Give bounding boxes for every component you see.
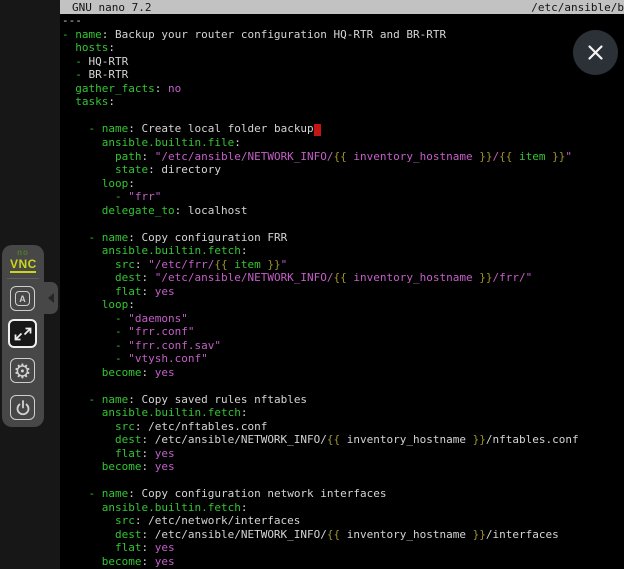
code-line: src: /etc/nftables.conf	[62, 420, 624, 434]
code-line: - HQ-RTR	[62, 55, 624, 69]
code-line: delegate_to: localhost	[62, 204, 624, 218]
code-line: - "frr.conf.sav"	[62, 339, 624, 353]
fullscreen-button[interactable]	[8, 319, 37, 348]
code-line: - name: Copy configuration FRR	[62, 231, 624, 245]
novnc-control-strip: no VNC A ⚙	[0, 0, 60, 569]
code-line: - "daemons"	[62, 312, 624, 326]
power-icon	[13, 398, 33, 418]
code-line: ansible.builtin.fetch:	[62, 406, 624, 420]
screen: no VNC A ⚙	[0, 0, 624, 569]
code-line: path: "/etc/ansible/NETWORK_INFO/{{ inve…	[62, 150, 624, 164]
gear-icon: ⚙	[14, 361, 32, 381]
code-line: ansible.builtin.fetch:	[62, 244, 624, 258]
keyboard-a-icon: A	[15, 291, 30, 306]
panel-divider	[7, 278, 39, 279]
power-button[interactable]	[10, 395, 35, 420]
terminal-window: GNU nano 7.2 /etc/ansible/b ---- name: B…	[60, 0, 624, 569]
close-button[interactable]	[573, 30, 618, 75]
code-line: tasks:	[62, 95, 624, 109]
code-line: become: yes	[62, 555, 624, 569]
code-line: - name: Create local folder backup	[62, 122, 624, 136]
code-line: src: /etc/network/interfaces	[62, 514, 624, 528]
nano-titlebar: GNU nano 7.2 /etc/ansible/b	[60, 0, 624, 14]
code-line: loop:	[62, 177, 624, 191]
extra-keys-button[interactable]: A	[10, 286, 35, 311]
code-line: - name: Copy configuration network inter…	[62, 487, 624, 501]
code-line: hosts:	[62, 41, 624, 55]
code-line: src: "/etc/frr/{{ item }}"	[62, 258, 624, 272]
code-line	[62, 379, 624, 393]
code-line: - BR-RTR	[62, 68, 624, 82]
code-line: become: yes	[62, 460, 624, 474]
code-line: ansible.builtin.fetch:	[62, 501, 624, 515]
file-path: /etc/ansible/b	[531, 1, 624, 14]
code-line: flat: yes	[62, 285, 624, 299]
novnc-logo: no VNC	[2, 249, 44, 273]
code-area[interactable]: ---- name: Backup your router configurat…	[60, 14, 624, 568]
code-line: flat: yes	[62, 447, 624, 461]
novnc-logo-no: no	[2, 249, 44, 257]
close-icon	[587, 44, 604, 61]
novnc-panel: no VNC A ⚙	[2, 245, 44, 427]
code-line: - name: Backup your router configuration…	[62, 28, 624, 42]
code-line: dest: "/etc/ansible/NETWORK_INFO/{{ inve…	[62, 271, 624, 285]
fullscreen-icon	[13, 324, 33, 344]
code-line: dest: /etc/ansible/NETWORK_INFO/{{ inven…	[62, 433, 624, 447]
text-cursor	[314, 124, 321, 136]
code-line: - "frr.conf"	[62, 325, 624, 339]
control-bar-handle[interactable]	[44, 282, 58, 314]
code-line: dest: /etc/ansible/NETWORK_INFO/{{ inven…	[62, 528, 624, 542]
code-line: ansible.builtin.file:	[62, 136, 624, 150]
code-line: become: yes	[62, 366, 624, 380]
code-line	[62, 109, 624, 123]
code-line: state: directory	[62, 163, 624, 177]
novnc-logo-vnc: VNC	[10, 258, 36, 273]
code-line	[62, 474, 624, 488]
code-line: ---	[62, 14, 624, 28]
chevron-left-icon	[48, 293, 54, 303]
code-line	[62, 217, 624, 231]
code-line: gather_facts: no	[62, 82, 624, 96]
code-line: - "vtysh.conf"	[62, 352, 624, 366]
code-line: - name: Copy saved rules nftables	[62, 393, 624, 407]
code-line: flat: yes	[62, 541, 624, 555]
app-title: GNU nano 7.2	[72, 1, 151, 14]
code-line: loop:	[62, 298, 624, 312]
code-line: - "frr"	[62, 190, 624, 204]
settings-button[interactable]: ⚙	[10, 358, 35, 383]
